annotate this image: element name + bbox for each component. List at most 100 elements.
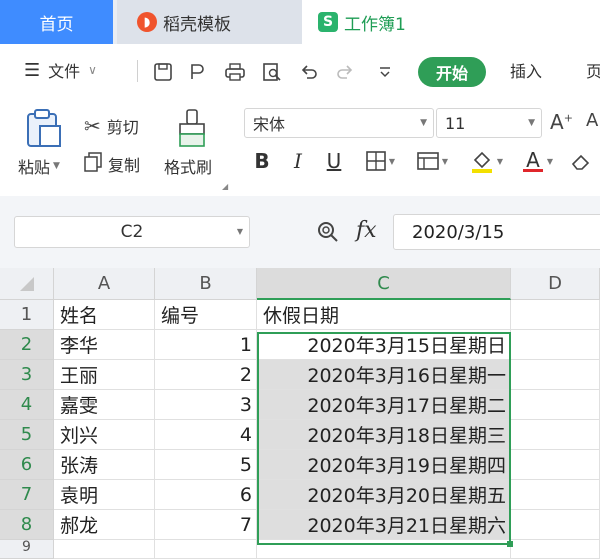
undo-icon[interactable]: [298, 61, 320, 83]
cell[interactable]: 袁明: [54, 480, 155, 510]
cell[interactable]: [511, 300, 600, 330]
font-color-button[interactable]: A ▼: [518, 148, 558, 174]
cell-style-button[interactable]: ▼: [412, 148, 452, 174]
cell-selected[interactable]: 2020年3月21日星期六: [257, 510, 511, 540]
column-header-b[interactable]: B: [155, 268, 257, 300]
cut-button[interactable]: ✂ 剪切: [84, 114, 139, 138]
row-header[interactable]: 3: [0, 360, 54, 390]
cell[interactable]: 王丽: [54, 360, 155, 390]
cell[interactable]: 李华: [54, 330, 155, 360]
clipboard-icon[interactable]: [24, 108, 62, 148]
tab-page-layout[interactable]: 页: [586, 58, 600, 82]
cell[interactable]: 姓名: [54, 300, 155, 330]
print-preview-icon[interactable]: [261, 61, 283, 83]
row-number: 6: [20, 454, 33, 475]
increase-font-size-icon[interactable]: A+: [550, 110, 573, 134]
copy-button[interactable]: 复制: [84, 152, 140, 176]
cell[interactable]: 2: [155, 360, 257, 390]
cell[interactable]: [155, 540, 257, 559]
chevron-down-icon: ▼: [388, 156, 396, 166]
cell-text: 2020年3月18日星期三: [307, 425, 506, 447]
row-header[interactable]: 4: [0, 390, 54, 420]
column-header-c[interactable]: C: [257, 268, 511, 300]
font-name-select[interactable]: 宋体 ▼: [244, 108, 434, 138]
tab-home-label: 首页: [39, 14, 74, 35]
row-header[interactable]: 7: [0, 480, 54, 510]
formula-input[interactable]: 2020/3/15: [393, 214, 600, 250]
row-header[interactable]: 9: [0, 540, 54, 559]
cell[interactable]: 3: [155, 390, 257, 420]
tab-daoke-templates[interactable]: ◗ 稻壳模板: [117, 0, 302, 44]
row-header[interactable]: 5: [0, 420, 54, 450]
row-header[interactable]: 2: [0, 330, 54, 360]
file-menu[interactable]: ☰ 文件 ∨: [24, 58, 97, 82]
cell[interactable]: 7: [155, 510, 257, 540]
cell[interactable]: 6: [155, 480, 257, 510]
cell[interactable]: [511, 330, 600, 360]
tab-start[interactable]: 开始: [418, 57, 486, 87]
zoom-search-icon[interactable]: [316, 220, 340, 248]
cell[interactable]: 嘉雯: [54, 390, 155, 420]
ribbon-group-expander-icon[interactable]: ◢: [222, 182, 228, 191]
cell-selected[interactable]: 2020年3月20日星期五: [257, 480, 511, 510]
italic-label: I: [294, 149, 302, 173]
cell[interactable]: 休假日期: [257, 300, 511, 330]
cell[interactable]: [257, 540, 511, 559]
fill-color-button[interactable]: ▼: [464, 148, 508, 174]
cell[interactable]: 1: [155, 330, 257, 360]
cell[interactable]: 刘兴: [54, 420, 155, 450]
cell[interactable]: [511, 510, 600, 540]
tab-home[interactable]: 首页: [0, 0, 113, 44]
cell[interactable]: 4: [155, 420, 257, 450]
cell[interactable]: [511, 390, 600, 420]
format-painter-icon[interactable]: [176, 108, 208, 148]
save-icon[interactable]: [152, 61, 174, 83]
select-all-corner[interactable]: [0, 268, 54, 300]
cell-selected[interactable]: 2020年3月18日星期三: [257, 420, 511, 450]
decrease-font-size-icon[interactable]: A: [586, 110, 598, 131]
daoke-logo-icon: ◗: [137, 12, 157, 32]
tab-workbook[interactable]: S 工作簿1: [302, 0, 600, 44]
bold-button[interactable]: B: [252, 148, 272, 174]
cell[interactable]: [511, 450, 600, 480]
row-header[interactable]: 8: [0, 510, 54, 540]
name-box[interactable]: C2 ▼: [14, 216, 250, 248]
font-size-select[interactable]: 11 ▼: [436, 108, 542, 138]
column-header-a[interactable]: A: [54, 268, 155, 300]
cell-active[interactable]: 2020年3月15日星期日: [257, 330, 511, 360]
underline-button[interactable]: U: [324, 148, 344, 174]
column-header-d[interactable]: D: [511, 268, 600, 300]
cell[interactable]: [511, 420, 600, 450]
redo-icon[interactable]: [334, 61, 356, 83]
paste-button[interactable]: 粘贴 ▼: [18, 154, 60, 178]
cell-selected[interactable]: 2020年3月17日星期二: [257, 390, 511, 420]
export-icon[interactable]: [186, 61, 208, 83]
eraser-icon[interactable]: [566, 148, 596, 174]
cell[interactable]: 编号: [155, 300, 257, 330]
tab-page-label: 页: [586, 62, 600, 81]
cell-text: 2020年3月21日星期六: [307, 515, 506, 537]
spreadsheet-logo-icon: S: [318, 12, 338, 32]
fill-handle[interactable]: [507, 541, 513, 547]
tab-insert[interactable]: 插入: [510, 58, 542, 82]
row-header[interactable]: 6: [0, 450, 54, 480]
cell[interactable]: [511, 540, 600, 559]
italic-button[interactable]: I: [288, 148, 308, 174]
row-header[interactable]: 1: [0, 300, 54, 330]
insert-function-icon[interactable]: fx: [356, 218, 377, 243]
customize-toolbar-icon[interactable]: [374, 61, 396, 83]
cell[interactable]: [511, 360, 600, 390]
underline-label: U: [326, 149, 342, 173]
cell-selected[interactable]: 2020年3月19日星期四: [257, 450, 511, 480]
cell[interactable]: [54, 540, 155, 559]
cell[interactable]: 5: [155, 450, 257, 480]
cell[interactable]: 张涛: [54, 450, 155, 480]
borders-button[interactable]: ▼: [362, 148, 398, 174]
format-painter-button[interactable]: 格式刷: [164, 154, 212, 178]
cell[interactable]: 郝龙: [54, 510, 155, 540]
cell-selected[interactable]: 2020年3月16日星期一: [257, 360, 511, 390]
column-label: B: [199, 273, 212, 294]
print-icon[interactable]: [224, 61, 246, 83]
cell[interactable]: [511, 480, 600, 510]
paste-label: 粘贴: [18, 158, 51, 177]
